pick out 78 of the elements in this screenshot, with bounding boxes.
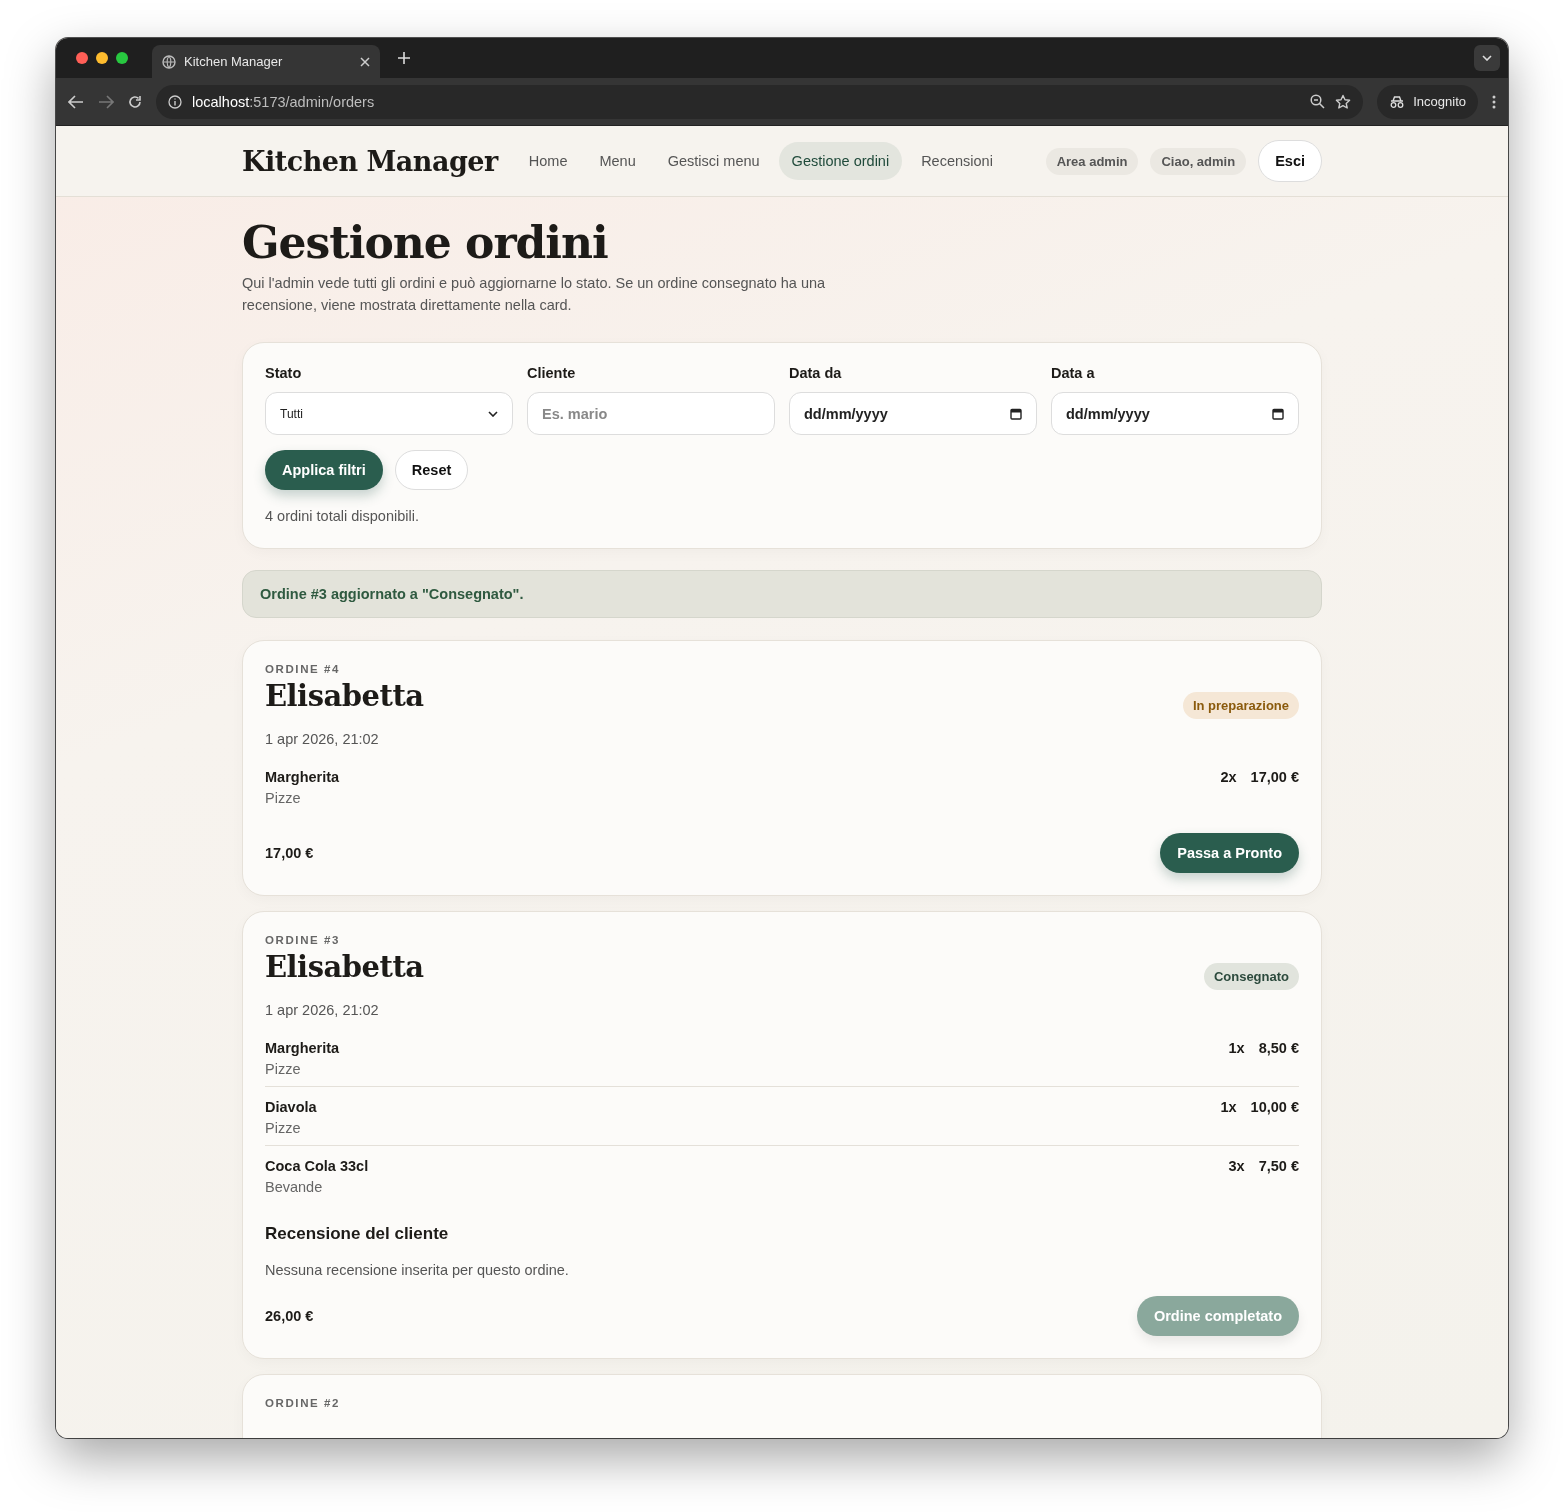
orders-count-text: 4 ordini totali disponibili. (265, 508, 420, 524)
user-chip: Ciao, admin (1150, 147, 1247, 175)
item-category: Pizze (265, 790, 302, 806)
order-number: ORDINE #3 (265, 934, 342, 946)
star-icon[interactable] (1335, 93, 1352, 110)
apply-filters-button[interactable]: Applica filtri (265, 450, 383, 490)
chevron-down-icon (1482, 55, 1492, 61)
item-quantity: 3x (1228, 1158, 1245, 1176)
more-icon[interactable] (1492, 94, 1496, 109)
close-icon[interactable] (360, 56, 370, 67)
incognito-icon (1389, 95, 1406, 108)
item-price: 10,00 € (1250, 1099, 1299, 1117)
address-bar[interactable]: localhost:5173/admin/orders (156, 84, 1364, 119)
chevron-down-icon (488, 410, 498, 417)
date-field[interactable]: dd/mm/yyyy (789, 392, 1037, 435)
item-quantity: 2x (1220, 769, 1237, 787)
item-name: Coca Cola 33cl (265, 1158, 369, 1174)
calendar-icon (1010, 407, 1022, 420)
field-label: Stato (265, 365, 303, 381)
item-price: 17,00 € (1250, 769, 1299, 787)
minimize-window-button[interactable] (96, 52, 108, 64)
field-label: Cliente (527, 365, 577, 381)
status-select[interactable]: Tutti (265, 392, 513, 435)
nav-link[interactable]: Menu (586, 142, 649, 180)
page-title: Gestione ordini (242, 217, 609, 268)
item-price: 7,50 € (1258, 1158, 1299, 1176)
order-number: ORDINE #4 (265, 663, 342, 675)
status-badge: In preparazione (1182, 692, 1299, 719)
incognito-button[interactable]: Incognito (1377, 84, 1478, 119)
nav-link[interactable]: Home (515, 142, 581, 180)
back-icon[interactable] (68, 94, 84, 109)
zoom-icon[interactable] (1310, 94, 1326, 109)
nav-link[interactable]: Gestione ordini (778, 142, 903, 180)
reload-icon[interactable] (128, 94, 142, 109)
item-quantity: 1x (1228, 1040, 1245, 1058)
advance-status-button[interactable]: Passa a Pronto (1160, 833, 1299, 873)
brand-logo-text[interactable]: Kitchen Manager (242, 145, 498, 177)
forward-icon[interactable] (98, 94, 114, 109)
nav-link[interactable]: Gestisci menu (654, 142, 773, 180)
customer-name: Elisabetta (265, 950, 424, 984)
info-icon (168, 94, 182, 109)
logout-button[interactable]: Esci (1258, 140, 1322, 182)
url-text: localhost:5173/admin/orders (192, 93, 375, 110)
item-name: Margherita (265, 769, 340, 785)
maximize-window-button[interactable] (116, 52, 128, 64)
field-label: Data da (789, 365, 843, 381)
review-heading: Recensione del cliente (265, 1224, 450, 1244)
plus-icon[interactable] (398, 52, 410, 64)
date-field[interactable]: dd/mm/yyyy (1051, 392, 1299, 435)
tab-title: Kitchen Manager (184, 54, 284, 69)
tab-search-button[interactable] (1474, 45, 1500, 71)
item-category: Bevande (265, 1179, 324, 1195)
order-total: 26,00 € (265, 1308, 314, 1324)
item-name: Margherita (265, 1040, 340, 1056)
customer-name: Elisabetta (265, 679, 424, 713)
intro-text: Qui l'admin vede tutti gli ordini e può aggiornarne lo stato. Se un ordine consegnato ha una recensione, viene mostrata direttamente nella card. (242, 274, 827, 315)
item-price: 8,50 € (1258, 1040, 1299, 1058)
item-category: Pizze (265, 1061, 302, 1077)
completed-button: Ordine completato (1136, 1296, 1299, 1336)
item-quantity: 1x (1220, 1099, 1237, 1117)
browser-tab[interactable]: Kitchen Manager (152, 45, 380, 78)
calendar-icon (1272, 407, 1284, 420)
user-chip: Area admin (1045, 147, 1139, 175)
item-category: Pizze (265, 1120, 302, 1136)
order-date: 1 apr 2026, 21:02 (265, 731, 380, 747)
reset-button[interactable]: Reset (394, 450, 469, 490)
field-label: Data a (1051, 365, 1096, 381)
item-name: Diavola (265, 1099, 317, 1115)
input-field[interactable]: Es. mario (527, 392, 775, 435)
success-notice: Ordine #3 aggiornato a "Consegnato". (242, 570, 1322, 618)
status-badge: Consegnato (1203, 963, 1299, 990)
globe-icon (162, 54, 176, 69)
close-window-button[interactable] (76, 52, 88, 64)
order-number: ORDINE #2 (265, 1397, 342, 1409)
review-text: Nessuna recensione inserita per questo ordine. (265, 1262, 570, 1278)
order-total: 17,00 € (265, 845, 314, 861)
order-date: 1 apr 2026, 21:02 (265, 1002, 380, 1018)
nav-link[interactable]: Recensioni (908, 142, 1006, 180)
